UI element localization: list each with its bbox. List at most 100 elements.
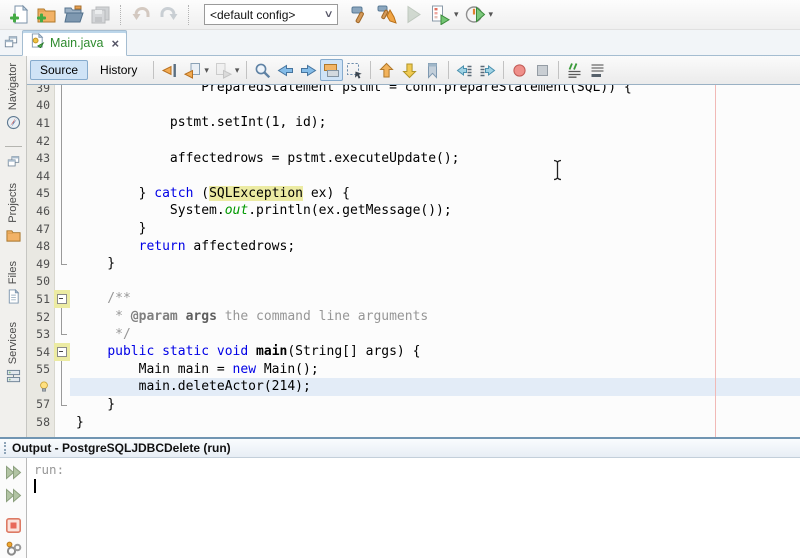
forward-dropdown-icon[interactable]: ▾ — [235, 65, 240, 76]
code-text[interactable]: main.deleteActor(214); — [70, 378, 800, 396]
code-text[interactable] — [70, 273, 800, 291]
code-text[interactable]: System. out .println(ex.getMessage()); — [70, 202, 800, 220]
code-line-39[interactable]: 39 PreparedStatement pstmt = conn.prepar… — [27, 85, 800, 97]
code-text[interactable]: * @param args the command line arguments — [70, 308, 800, 326]
code-line-47[interactable]: 47 } — [27, 219, 800, 238]
line-number[interactable]: 58 — [27, 413, 54, 431]
stop-run-button[interactable] — [3, 515, 24, 535]
code-line-56[interactable]: main.deleteActor(214); — [27, 378, 800, 396]
toggle-bookmark-button[interactable] — [421, 59, 444, 81]
start-macro-recording-button[interactable] — [508, 59, 531, 81]
forward-button[interactable] — [212, 59, 235, 81]
line-number[interactable]: 39 — [27, 85, 54, 97]
last-edit-position-button[interactable] — [158, 59, 181, 81]
code-line-57[interactable]: 57 } — [27, 395, 800, 414]
code-text[interactable]: } — [70, 220, 800, 238]
line-number[interactable]: 52 — [27, 308, 54, 326]
code-text[interactable]: PreparedStatement pstmt = conn.prepareSt… — [70, 85, 800, 97]
tab-main-java[interactable]: Main.java × — [22, 30, 128, 56]
code-line-54[interactable]: 54 public static void main (String[] args… — [27, 342, 800, 361]
code-text[interactable]: affectedrows = pstmt.executeUpdate(); — [70, 149, 800, 167]
new-project-button[interactable] — [33, 2, 60, 28]
line-number[interactable]: 40 — [27, 97, 54, 115]
dock-window-icon[interactable] — [0, 32, 22, 52]
code-text[interactable]: } — [70, 255, 800, 273]
open-project-button[interactable] — [60, 2, 87, 28]
sidebar-item-projects[interactable]: Projects — [5, 176, 21, 254]
line-number[interactable]: 43 — [27, 149, 54, 167]
code-text[interactable] — [70, 132, 800, 150]
source-view-button[interactable]: Source — [30, 60, 89, 80]
line-number[interactable]: 54 — [27, 343, 54, 361]
line-number[interactable]: 44 — [27, 167, 54, 185]
code-line-55[interactable]: 55 Main main = new Main(); — [27, 360, 800, 379]
code-text[interactable]: } — [70, 396, 800, 414]
code-text[interactable]: } — [70, 413, 800, 431]
code-line-58[interactable]: 58} — [27, 413, 800, 431]
back-dropdown-icon[interactable]: ▾ — [204, 65, 209, 76]
line-number[interactable]: 47 — [27, 220, 54, 238]
line-number[interactable]: 42 — [27, 132, 54, 150]
hint-lightbulb-icon[interactable] — [27, 378, 54, 396]
line-number[interactable]: 48 — [27, 237, 54, 255]
next-bookmark-button[interactable] — [398, 59, 421, 81]
line-number[interactable]: 45 — [27, 185, 54, 203]
undo-button[interactable] — [128, 2, 155, 28]
code-editor[interactable]: 39 PreparedStatement pstmt = conn.prepar… — [27, 85, 800, 437]
code-text[interactable]: public static void main (String[] args) { — [70, 343, 800, 361]
ant-settings-button[interactable] — [3, 538, 24, 558]
line-number[interactable]: 50 — [27, 273, 54, 291]
tab-close-icon[interactable]: × — [112, 36, 120, 51]
code-text[interactable] — [70, 97, 800, 115]
code-line-50[interactable]: 50 — [27, 273, 800, 291]
history-view-button[interactable]: History — [90, 60, 147, 80]
output-console[interactable]: run: — [27, 458, 800, 558]
rectangular-selection-button[interactable] — [343, 59, 366, 81]
redo-button[interactable] — [155, 2, 182, 28]
code-line-42[interactable]: 42 — [27, 131, 800, 150]
save-all-button[interactable] — [87, 2, 114, 28]
comment-button[interactable] — [563, 59, 586, 81]
debug-project-dropdown-icon[interactable]: ▾ — [454, 9, 459, 20]
line-number[interactable]: 55 — [27, 361, 54, 379]
code-line-40[interactable]: 40 — [27, 96, 800, 115]
toggle-highlight-search-button[interactable] — [320, 59, 344, 81]
line-number[interactable]: 49 — [27, 255, 54, 273]
code-text[interactable]: return affectedrows; — [70, 237, 800, 255]
debug-project-button[interactable] — [427, 2, 454, 28]
code-text[interactable] — [70, 167, 800, 185]
rerun-button[interactable] — [3, 462, 24, 482]
run-project-button[interactable] — [400, 2, 427, 28]
sidebar-item-services[interactable]: Services — [6, 315, 21, 395]
sidebar-item-files[interactable]: Files — [6, 254, 21, 315]
code-line-41[interactable]: 41 pstmt.setInt(1, id); — [27, 114, 800, 132]
find-selection-button[interactable] — [251, 59, 274, 81]
previous-bookmark-button[interactable] — [375, 59, 398, 81]
line-number[interactable]: 53 — [27, 325, 54, 343]
code-line-43[interactable]: 43 affectedrows = pstmt.executeUpdate(); — [27, 149, 800, 167]
shift-line-left-button[interactable] — [453, 59, 476, 81]
build-project-button[interactable] — [346, 2, 373, 28]
previous-occurrence-button[interactable] — [274, 59, 297, 81]
cascade-windows-icon[interactable] — [7, 152, 20, 176]
clean-build-project-button[interactable] — [373, 2, 400, 28]
code-text[interactable]: pstmt.setInt(1, id); — [70, 114, 800, 132]
code-line-45[interactable]: 45 } catch (SQLException ex) { — [27, 184, 800, 203]
next-occurrence-button[interactable] — [297, 59, 320, 81]
code-line-48[interactable]: 48 return affectedrows; — [27, 237, 800, 255]
code-line-46[interactable]: 46 System. out .println(ex.getMessage()); — [27, 202, 800, 220]
profile-project-button[interactable] — [462, 2, 489, 28]
shift-line-right-button[interactable] — [476, 59, 499, 81]
line-number[interactable]: 51 — [27, 290, 54, 308]
code-line-53[interactable]: 53 */ — [27, 325, 800, 343]
fold-mark[interactable] — [54, 290, 70, 308]
code-line-44[interactable]: 44 — [27, 166, 800, 185]
uncomment-button[interactable] — [586, 59, 609, 81]
config-combobox[interactable]: <default config> ∨ — [204, 4, 338, 25]
code-line-51[interactable]: 51 /** — [27, 290, 800, 308]
code-text[interactable]: } catch (SQLException ex) { — [70, 185, 800, 203]
code-text[interactable]: */ — [70, 325, 800, 343]
fold-mark[interactable] — [54, 342, 70, 361]
code-text[interactable]: /** — [70, 290, 800, 308]
stop-macro-recording-button[interactable] — [531, 59, 554, 81]
